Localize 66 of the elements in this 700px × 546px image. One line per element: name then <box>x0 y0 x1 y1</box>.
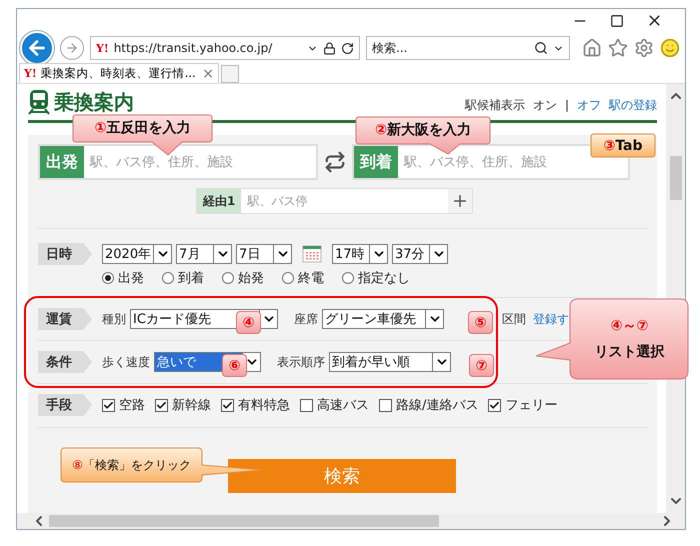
row-label: 手段 <box>38 394 92 416</box>
search-icon[interactable] <box>534 41 548 55</box>
step-number-tooltip: ⑥ <box>222 354 247 377</box>
checkbox-option[interactable]: 路線/連絡バス <box>379 396 478 414</box>
dropdown[interactable]: 17時 <box>332 244 388 264</box>
horizontal-scrollbar[interactable] <box>17 513 685 529</box>
callout-tooltip: ③Tab <box>590 133 656 158</box>
row-label: 運賃 <box>38 308 92 330</box>
search-field[interactable]: 検索... <box>366 36 570 60</box>
checkbox-option[interactable]: フェリー <box>488 396 558 414</box>
station-hint-label: 駅候補表示 <box>464 96 525 114</box>
scroll-thumb[interactable] <box>49 515 439 527</box>
swap-icon[interactable] <box>324 151 346 173</box>
radio-option[interactable]: 指定なし <box>342 269 410 287</box>
radio-option[interactable]: 始発 <box>222 269 264 287</box>
step-number-tooltip: ④ <box>236 311 261 334</box>
dropdown[interactable]: 到着が早い順 <box>329 352 451 372</box>
checkbox-option[interactable]: 有料特急 <box>221 396 290 414</box>
check-icon <box>103 400 114 410</box>
row-label: 条件 <box>38 351 92 373</box>
settings-icon[interactable] <box>634 38 654 58</box>
section-label: 区間 <box>502 310 526 328</box>
check-icon <box>222 400 233 410</box>
checkbox-option[interactable]: 高速バス <box>300 396 369 414</box>
off-link[interactable]: オフ <box>577 96 601 114</box>
dropdown[interactable]: 7月 <box>176 244 232 264</box>
callout-tooltip: ⑧「検索」をクリック <box>60 447 264 484</box>
lock-icon <box>323 42 336 54</box>
register-link[interactable]: 登録す <box>533 310 569 328</box>
step-number-tooltip: ⑦ <box>469 354 494 377</box>
check-icon <box>489 400 500 410</box>
home-icon[interactable] <box>582 38 602 58</box>
on-link[interactable]: オン <box>532 96 557 114</box>
field-label: 座席 <box>294 310 318 328</box>
radio-option[interactable]: 出発 <box>102 269 144 287</box>
dropdown[interactable]: 37分 <box>392 244 448 264</box>
dropdown[interactable]: グリーン車優先 <box>322 309 444 329</box>
departure-field[interactable]: 出発 駅、バス停、住所、施設 <box>38 144 318 180</box>
smiley-icon[interactable] <box>660 38 680 58</box>
scroll-thumb[interactable] <box>670 156 682 200</box>
radio-option[interactable]: 終電 <box>282 269 324 287</box>
browser-tab[interactable]: Y! 乗換案内、時刻表、運行情... × <box>19 63 219 83</box>
register-station-link[interactable]: 駅の登録 <box>609 96 657 114</box>
maximize-icon[interactable] <box>610 14 624 28</box>
field-label: 歩く速度 <box>102 354 150 370</box>
add-icon[interactable] <box>451 192 469 210</box>
refresh-icon[interactable] <box>341 42 354 54</box>
row-label: 日時 <box>38 243 92 265</box>
dropdown[interactable]: 2020年 <box>102 244 172 264</box>
forward-button[interactable] <box>60 36 84 60</box>
site-logo[interactable]: 乗換案内 <box>54 88 134 116</box>
field-label: 種別 <box>102 310 126 328</box>
field-label: 表示順序 <box>277 354 325 370</box>
radio-option[interactable]: 到着 <box>162 269 204 287</box>
star-icon[interactable] <box>608 38 628 58</box>
address-bar[interactable]: Y! https://transit.yahoo.co.jp/ <box>90 36 360 60</box>
checkbox-option[interactable]: 空路 <box>102 396 145 414</box>
calendar-icon[interactable] <box>302 244 322 264</box>
back-button[interactable] <box>20 31 54 65</box>
separator: | <box>564 98 569 112</box>
dropdown[interactable]: 7日 <box>236 244 292 264</box>
via-field[interactable]: 経由1 駅、バス停 <box>196 188 473 214</box>
checkbox-option[interactable]: 新幹線 <box>155 396 211 414</box>
check-icon <box>156 400 167 410</box>
train-icon <box>28 89 50 115</box>
step-number-tooltip: ⑤ <box>468 311 493 334</box>
